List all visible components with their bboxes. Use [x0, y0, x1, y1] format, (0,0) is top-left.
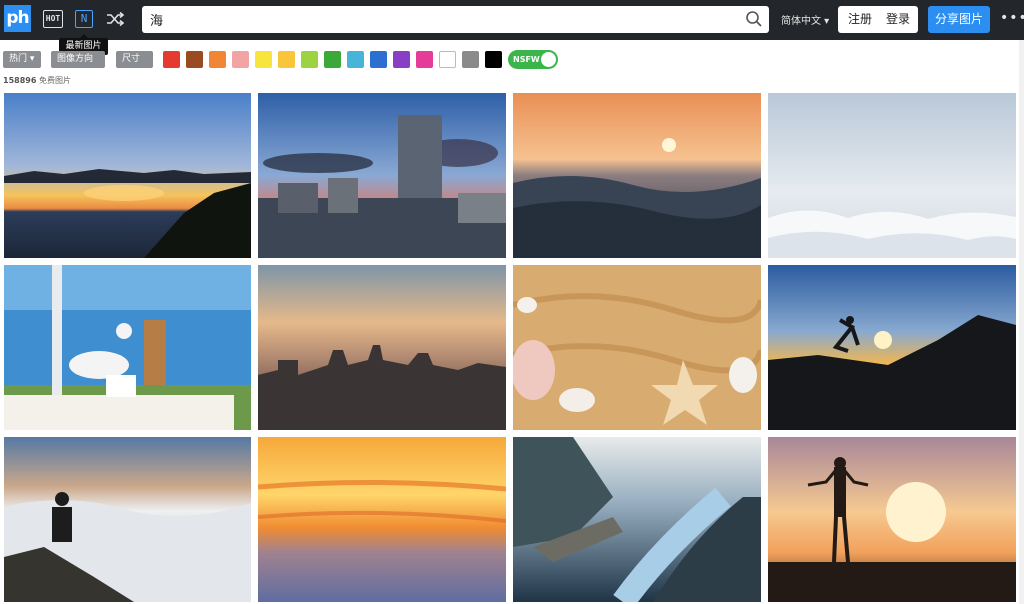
image-jumping-silhouette[interactable] [768, 265, 1016, 430]
auth-buttons: 注册 登录 [838, 6, 918, 33]
color-swatch[interactable] [485, 51, 502, 68]
language-selector[interactable]: 简体中文 ▾ [781, 12, 829, 27]
image-seashells-sand[interactable] [513, 265, 761, 430]
color-swatch[interactable] [278, 51, 295, 68]
image-seagull-table[interactable] [4, 265, 251, 430]
more-options-icon[interactable]: ••• [1000, 10, 1024, 26]
color-swatch[interactable] [255, 51, 272, 68]
result-label: 免费图片 [38, 76, 71, 85]
nsfw-label: NSFW [513, 55, 540, 64]
image-fjord-cliff[interactable] [513, 437, 761, 602]
image-woman-sunset-pier[interactable] [768, 437, 1016, 602]
search-box [142, 6, 769, 33]
image-city-tower-clouds[interactable] [258, 93, 506, 258]
image-sea-of-clouds[interactable] [768, 93, 1016, 258]
new-images-icon[interactable]: N [75, 10, 93, 28]
image-city-skyline[interactable] [258, 265, 506, 430]
hot-icon[interactable]: HOT [43, 10, 63, 28]
color-swatch[interactable] [324, 51, 341, 68]
result-count: 158896 免费图片 [3, 75, 71, 86]
search-icon[interactable] [745, 10, 763, 28]
login-button[interactable]: 登录 [886, 6, 910, 33]
result-number: 158896 [3, 76, 37, 85]
color-swatch[interactable] [439, 51, 456, 68]
color-swatch[interactable] [209, 51, 226, 68]
color-swatch[interactable] [347, 51, 364, 68]
color-swatch[interactable] [462, 51, 479, 68]
nsfw-toggle[interactable]: NSFW [508, 50, 558, 69]
color-swatch[interactable] [232, 51, 249, 68]
image-orange-sky-clouds[interactable] [258, 437, 506, 602]
color-swatch[interactable] [163, 51, 180, 68]
color-swatch[interactable] [393, 51, 410, 68]
shuffle-icon[interactable] [105, 9, 125, 29]
search-input[interactable] [150, 6, 740, 33]
image-ocean-wave-sunset[interactable] [513, 93, 761, 258]
color-swatch[interactable] [370, 51, 387, 68]
popular-filter-dropdown[interactable]: 热门 ▾ [3, 51, 41, 68]
register-button[interactable]: 注册 [848, 6, 872, 33]
color-swatch[interactable] [301, 51, 318, 68]
image-man-above-clouds[interactable] [4, 437, 251, 602]
color-swatch[interactable] [186, 51, 203, 68]
page-scrollbar[interactable] [1019, 40, 1024, 604]
toggle-knob [541, 52, 556, 67]
image-sunset-lake[interactable] [4, 93, 251, 258]
orientation-filter-dropdown[interactable]: 图像方向 ▾ [51, 51, 105, 81]
top-navbar: ph HOT N 简体中文 ▾ 注册 登录 分享图片 ••• [0, 0, 1024, 40]
size-filter-dropdown[interactable]: 尺寸 ▾ [116, 51, 153, 81]
site-logo[interactable]: ph [4, 5, 31, 32]
share-images-button[interactable]: 分享图片 [928, 6, 990, 33]
color-swatch[interactable] [416, 51, 433, 68]
